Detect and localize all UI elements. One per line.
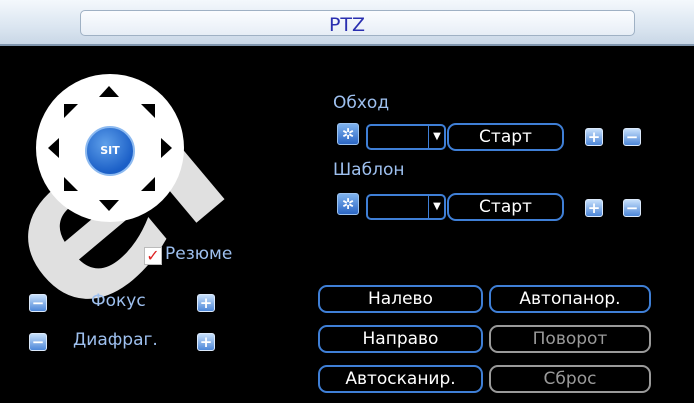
pattern-gear-icon[interactable]: ✲: [337, 193, 359, 215]
pan-left-arrow-icon[interactable]: [48, 138, 59, 158]
pan-down-left-arrow-icon[interactable]: [64, 177, 78, 191]
rotate-button[interactable]: Поворот: [489, 325, 651, 353]
pan-up-arrow-icon[interactable]: [99, 86, 119, 97]
resume-label: Резюме: [165, 244, 233, 264]
pattern-add-icon[interactable]: +: [585, 199, 603, 217]
focus-label: Фокус: [91, 291, 146, 311]
pattern-select[interactable]: ▼: [366, 194, 446, 220]
focus-plus-icon[interactable]: +: [197, 294, 215, 312]
pattern-remove-icon[interactable]: −: [623, 199, 641, 217]
pan-up-right-arrow-icon[interactable]: [141, 104, 155, 118]
pan-left-button[interactable]: Налево: [318, 285, 483, 313]
focus-minus-icon[interactable]: −: [29, 294, 47, 312]
chevron-down-icon: ▼: [428, 126, 445, 148]
pan-up-left-arrow-icon[interactable]: [64, 104, 78, 118]
iris-minus-icon[interactable]: −: [29, 333, 47, 351]
tour-gear-icon[interactable]: ✲: [337, 123, 359, 145]
autoscan-button[interactable]: Автосканир.: [318, 365, 483, 393]
pan-right-arrow-icon[interactable]: [161, 138, 172, 158]
window-title: PTZ: [328, 14, 366, 36]
sit-button[interactable]: SIT: [85, 126, 135, 176]
tour-add-icon[interactable]: +: [585, 128, 603, 146]
tour-start-button[interactable]: Старт: [447, 123, 564, 151]
autopan-button[interactable]: Автопанор.: [489, 285, 651, 313]
tour-label: Обход: [333, 93, 390, 113]
reset-button[interactable]: Сброс: [489, 365, 651, 393]
pan-down-right-arrow-icon[interactable]: [141, 177, 155, 191]
iris-plus-icon[interactable]: +: [197, 333, 215, 351]
pattern-start-button[interactable]: Старт: [447, 193, 564, 221]
iris-label: Диафраг.: [73, 330, 158, 350]
chevron-down-icon: ▼: [428, 196, 445, 218]
ptz-window: PTZ el SIT Обход ✲ ▼ Старт + − Шаблон ✲ …: [0, 0, 694, 403]
pan-right-button[interactable]: Направо: [318, 325, 483, 353]
tour-select[interactable]: ▼: [366, 124, 446, 150]
resume-checkbox[interactable]: ✓: [144, 247, 162, 265]
tour-remove-icon[interactable]: −: [623, 128, 641, 146]
pan-down-arrow-icon[interactable]: [99, 200, 119, 211]
pattern-label: Шаблон: [333, 160, 405, 180]
